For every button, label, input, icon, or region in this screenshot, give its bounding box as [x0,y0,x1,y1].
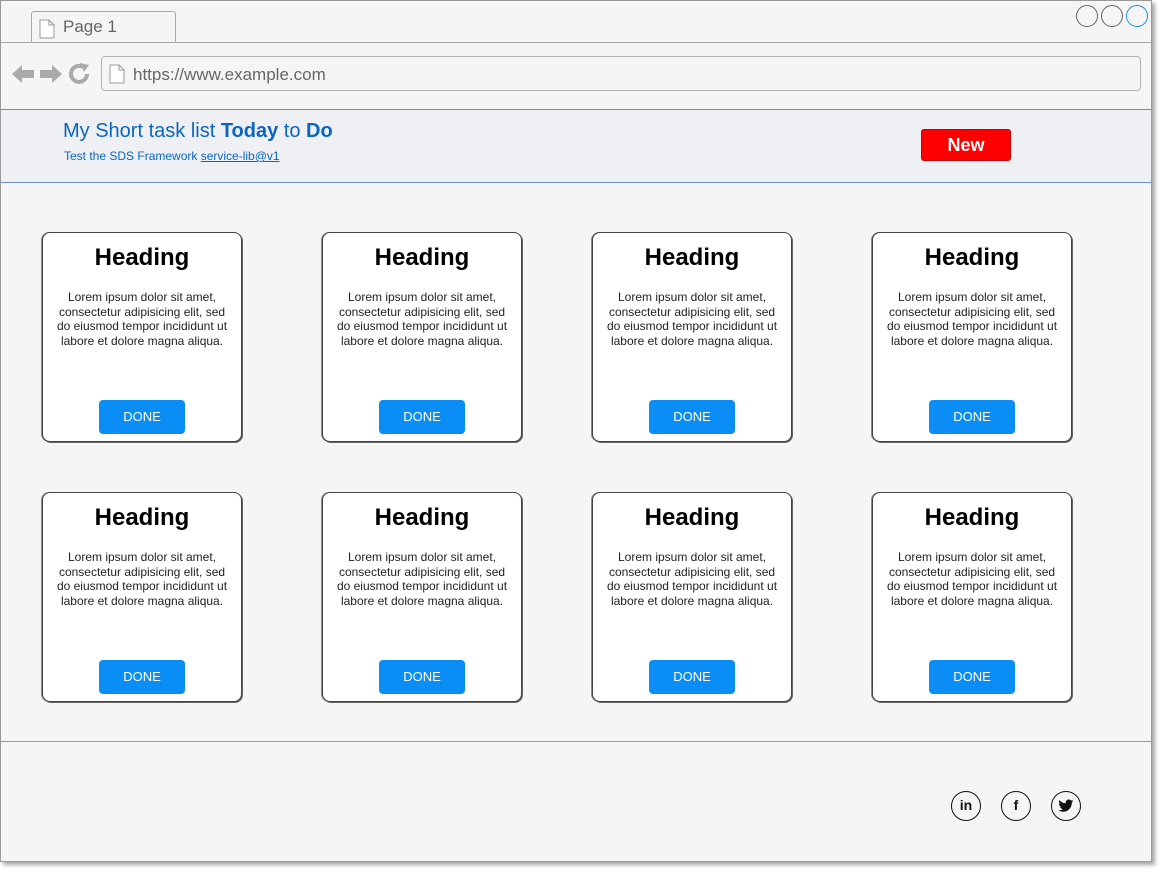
done-button[interactable]: DONE [99,400,185,434]
card-text: Lorem ipsum dolor sit amet, consectetur … [606,290,778,348]
card-text: Lorem ipsum dolor sit amet, consectetur … [886,290,1058,348]
card-heading: Heading [94,504,190,531]
done-button[interactable]: DONE [379,400,465,434]
subtitle-text: Test the SDS Framework [64,149,201,163]
title-today: Today [220,120,279,142]
twitter-icon[interactable] [1051,791,1081,821]
page-icon [109,64,125,84]
page-title: My Short task list Today to Do [63,120,333,143]
card-heading: Heading [924,244,1020,271]
task-card: Heading Lorem ipsum dolor sit amet, cons… [42,232,242,442]
facebook-icon[interactable]: f [1001,791,1031,821]
task-card: Heading Lorem ipsum dolor sit amet, cons… [322,232,522,442]
back-arrow-icon[interactable] [11,63,35,85]
task-card: Heading Lorem ipsum dolor sit amet, cons… [872,232,1072,442]
card-text: Lorem ipsum dolor sit amet, consectetur … [56,550,228,608]
done-button[interactable]: DONE [99,660,185,694]
title-do: Do [306,120,333,142]
browser-window: Page 1 https://www.example.com My Short … [0,0,1152,862]
card-text: Lorem ipsum dolor sit amet, consectetur … [56,290,228,348]
title-text: My Short task list [63,120,221,142]
card-heading: Heading [374,244,470,271]
forward-arrow-icon[interactable] [39,63,63,85]
card-heading: Heading [374,504,470,531]
linkedin-icon[interactable]: in [951,791,981,821]
navigation-controls [11,62,91,86]
card-heading: Heading [644,244,740,271]
done-button[interactable]: DONE [649,660,735,694]
close-button[interactable] [1126,5,1148,27]
tab-bar: Page 1 [1,1,1151,43]
card-heading: Heading [644,504,740,531]
done-button[interactable]: DONE [649,400,735,434]
done-button[interactable]: DONE [379,660,465,694]
card-text: Lorem ipsum dolor sit amet, consectetur … [606,550,778,608]
task-card: Heading Lorem ipsum dolor sit amet, cons… [592,232,792,442]
header-banner: My Short task list Today to Do Test the … [1,104,1151,189]
reload-icon[interactable] [67,62,91,86]
document-icon [39,19,55,39]
page-subtitle: Test the SDS Framework service-lib@v1 [64,149,280,163]
new-button[interactable]: New [921,129,1011,161]
done-button[interactable]: DONE [929,400,1015,434]
task-card: Heading Lorem ipsum dolor sit amet, cons… [592,492,792,702]
task-card: Heading Lorem ipsum dolor sit amet, cons… [322,492,522,702]
footer-divider [1,741,1151,742]
twitter-bird-icon [1058,799,1074,812]
maximize-button[interactable] [1101,5,1123,27]
task-card: Heading Lorem ipsum dolor sit amet, cons… [42,492,242,702]
title-to: to [278,120,307,142]
subtitle-link[interactable]: service-lib@v1 [201,149,280,163]
minimize-button[interactable] [1076,5,1098,27]
tab-page-1[interactable]: Page 1 [31,11,176,42]
card-heading: Heading [94,244,190,271]
card-text: Lorem ipsum dolor sit amet, consectetur … [886,550,1058,608]
task-card: Heading Lorem ipsum dolor sit amet, cons… [872,492,1072,702]
tab-label: Page 1 [63,17,117,36]
done-button[interactable]: DONE [929,660,1015,694]
window-controls [1076,5,1148,27]
address-bar[interactable]: https://www.example.com [101,56,1141,91]
card-heading: Heading [924,504,1020,531]
card-text: Lorem ipsum dolor sit amet, consectetur … [336,290,508,348]
url-text: https://www.example.com [133,65,326,84]
card-text: Lorem ipsum dolor sit amet, consectetur … [336,550,508,608]
